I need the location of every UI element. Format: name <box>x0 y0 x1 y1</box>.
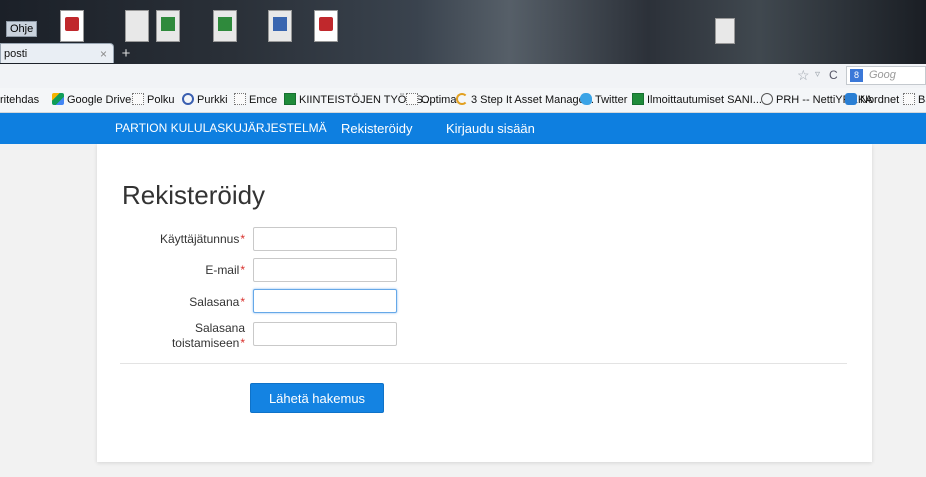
search-placeholder: Goog <box>869 69 896 81</box>
prh-icon <box>761 93 773 105</box>
google-drive-icon <box>52 93 64 105</box>
tab-title: posti <box>4 48 28 60</box>
bookmark-item[interactable]: Google Drive <box>52 88 131 112</box>
help-menu[interactable]: Ohje <box>6 21 38 37</box>
bookmark-item[interactable]: ritehdas <box>0 88 39 112</box>
bookmark-item[interactable]: Ilmoittautumiset SANI... <box>632 88 762 112</box>
required-mark: * <box>240 295 245 309</box>
bookmarks-toolbar: ritehdas Google Drive Polku Purkki Emce … <box>0 88 926 113</box>
history-dropdown-icon[interactable]: ▿ <box>815 69 820 80</box>
reload-icon[interactable]: C <box>829 68 838 82</box>
twitter-icon <box>580 93 592 105</box>
browser-tab[interactable]: posti × <box>0 43 114 63</box>
bookmark-item[interactable]: Nordnet <box>845 88 899 112</box>
spreadsheet-file-icon[interactable] <box>213 10 237 42</box>
form-divider <box>120 363 847 364</box>
username-label: Käyttäjätunnus* <box>159 232 245 246</box>
window-chrome: Ohje posti × + <box>0 0 926 64</box>
bookmark-item[interactable]: Emce <box>234 88 277 112</box>
tab-strip: posti × + <box>0 40 926 64</box>
pdf-file-icon[interactable] <box>314 10 338 42</box>
required-mark: * <box>240 336 245 350</box>
bookmark-item[interactable]: Twitter <box>580 88 627 112</box>
bookmark-item[interactable]: Optima <box>406 88 456 112</box>
nav-login-link[interactable]: Kirjaudu sisään <box>446 113 535 144</box>
navigation-toolbar: ☆ ▿ C 8 Goog <box>0 64 926 89</box>
file-icon[interactable] <box>125 10 149 42</box>
folder-icon <box>132 93 144 105</box>
spreadsheet-icon <box>284 93 296 105</box>
folder-icon <box>406 93 418 105</box>
submit-button[interactable]: Lähetä hakemus <box>250 383 384 413</box>
bookmark-star-icon[interactable]: ☆ <box>797 67 810 84</box>
required-mark: * <box>240 263 245 277</box>
purkki-icon <box>182 93 194 105</box>
page-title: Rekisteröidy <box>122 180 266 210</box>
spreadsheet-icon <box>632 93 644 105</box>
search-box[interactable]: 8 Goog <box>846 66 926 85</box>
bookmark-item[interactable]: 3 Step It Asset Manage... <box>456 88 594 112</box>
bookmark-item[interactable]: Polku <box>132 88 175 112</box>
required-mark: * <box>240 232 245 246</box>
nav-register-link[interactable]: Rekisteröidy <box>341 113 413 144</box>
folder-icon <box>234 93 246 105</box>
optima-icon <box>456 93 468 105</box>
document-file-icon[interactable] <box>268 10 292 42</box>
site-navbar: PARTION KULULASKUJÄRJESTELMÄ Rekisteröid… <box>0 113 926 144</box>
registration-card: Rekisteröidy Käyttäjätunnus* E-mail* Sal… <box>97 144 872 462</box>
spreadsheet-file-icon[interactable] <box>156 10 180 42</box>
password-label: Salasana* <box>189 295 245 309</box>
username-input[interactable] <box>253 227 397 251</box>
bookmark-item[interactable]: Ba <box>903 88 926 112</box>
password-repeat-input[interactable] <box>253 322 397 346</box>
search-engine-icon[interactable]: 8 <box>850 69 863 82</box>
nordnet-icon <box>845 93 857 105</box>
pdf-file-icon[interactable] <box>60 10 84 42</box>
email-input[interactable] <box>253 258 397 282</box>
password-input[interactable] <box>253 289 397 313</box>
close-tab-icon[interactable]: × <box>100 44 107 64</box>
bookmark-item[interactable]: Purkki <box>182 88 228 112</box>
folder-icon <box>903 93 915 105</box>
email-label: E-mail* <box>205 263 245 277</box>
new-tab-button[interactable]: + <box>117 45 135 63</box>
password-repeat-label: Salasana toistamiseen* <box>171 321 245 350</box>
brand-link[interactable]: PARTION KULULASKUJÄRJESTELMÄ <box>115 113 327 144</box>
